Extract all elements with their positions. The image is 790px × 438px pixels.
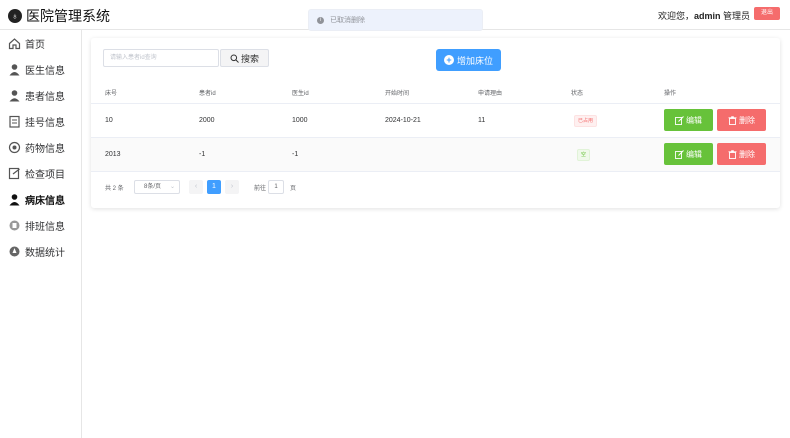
cell-reason: 11 <box>478 117 486 124</box>
delete-button[interactable]: 删除 <box>717 143 766 165</box>
schedule-icon <box>8 219 21 232</box>
user-role: 管理员 <box>720 11 750 21</box>
welcome-text: 欢迎您， <box>657 11 694 21</box>
pagination: 共 2 条 8条/页 ⌄ ‹ 1 › 前往 1 页 <box>91 180 780 194</box>
search-input[interactable]: 请输入患者id查询 <box>103 49 219 67</box>
cell-bed-no: 2013 <box>105 151 121 158</box>
logout-button[interactable]: 退出 <box>754 7 780 20</box>
hospital-logo-icon: ♁ <box>8 9 22 23</box>
sidebar-item-statistics[interactable]: 数据统计 <box>8 243 65 259</box>
trash-icon <box>728 149 737 159</box>
status-badge: 空 <box>577 149 591 161</box>
delete-button[interactable]: 删除 <box>717 109 766 131</box>
sidebar-item-label: 挂号信息 <box>25 117 65 129</box>
sidebar-item-patients[interactable]: 患者信息 <box>8 87 65 103</box>
doctor-icon <box>8 63 21 76</box>
table-header: 床号 患者id 医生id 开始时间 申请理由 状态 操作 <box>91 82 780 104</box>
bed-icon <box>8 193 21 206</box>
header-bed-no: 床号 <box>105 91 118 97</box>
header-start-time: 开始时间 <box>385 91 410 97</box>
checkup-icon <box>8 167 21 180</box>
cell-patient-id: 2000 <box>199 117 215 124</box>
cell-doctor-id: 1000 <box>292 117 308 124</box>
goto-label: 前往 <box>254 186 267 192</box>
table-row: 10 2000 1000 2024-10-21 11 已占用 编辑 删除 <box>91 104 780 138</box>
edit-button[interactable]: 编辑 <box>664 109 713 131</box>
sidebar-item-label: 医生信息 <box>25 65 65 77</box>
sidebar-item-label: 排班信息 <box>25 221 65 233</box>
info-toast: i 已取消删除 <box>308 9 483 31</box>
medicine-icon <box>8 141 21 154</box>
header-actions: 操作 <box>664 91 677 97</box>
cell-doctor-id: -1 <box>292 151 299 158</box>
edit-label: 编辑 <box>686 115 702 125</box>
trash-icon <box>728 115 737 125</box>
sidebar-item-label: 药物信息 <box>25 143 65 155</box>
edit-icon <box>675 149 684 159</box>
welcome-message: 欢迎您，admin 管理员 <box>658 9 750 22</box>
sidebar-item-schedule[interactable]: 排班信息 <box>8 217 65 233</box>
search-button[interactable]: 搜索 <box>220 49 269 67</box>
cell-bed-no: 10 <box>105 117 113 124</box>
sidebar-item-beds[interactable]: 病床信息 <box>8 191 65 207</box>
registration-icon <box>8 115 21 128</box>
table-row: 2013 -1 -1 空 编辑 删除 <box>91 138 780 172</box>
prev-page-button[interactable]: ‹ <box>189 180 203 194</box>
sidebar-item-doctors[interactable]: 医生信息 <box>8 61 65 77</box>
page-suffix-label: 页 <box>290 186 297 192</box>
page-size-select[interactable]: 8条/页 ⌄ <box>134 180 180 194</box>
pagination-total: 共 2 条 <box>105 186 124 192</box>
delete-label: 删除 <box>739 115 755 125</box>
info-icon: i <box>317 16 324 24</box>
patient-icon <box>8 89 21 102</box>
statistics-icon <box>8 245 21 258</box>
bed-table: 床号 患者id 医生id 开始时间 申请理由 状态 操作 10 2000 100… <box>91 82 780 172</box>
search-button-label: 搜索 <box>240 53 259 64</box>
sidebar: 首页 医生信息 患者信息 挂号信息 药物信息 检查项目 病床信息 排班信息 数据… <box>0 30 82 438</box>
header-patient-id: 患者id <box>199 91 216 97</box>
sidebar-item-label: 数据统计 <box>25 247 65 259</box>
bed-management-card: 请输入患者id查询 搜索 + 增加床位 床号 患者id 医生id 开始时间 申请… <box>91 38 780 208</box>
edit-icon <box>675 115 684 125</box>
app-logo: ♁ 医院管理系统 <box>8 6 110 26</box>
sidebar-item-checkup[interactable]: 检查项目 <box>8 165 65 181</box>
sidebar-item-label: 患者信息 <box>25 91 65 103</box>
header-doctor-id: 医生id <box>292 91 309 97</box>
cell-patient-id: -1 <box>199 151 206 158</box>
add-bed-label: 增加床位 <box>456 55 493 66</box>
goto-page-input[interactable]: 1 <box>268 180 284 194</box>
sidebar-item-label: 首页 <box>25 39 45 51</box>
username: admin <box>693 11 721 21</box>
edit-button[interactable]: 编辑 <box>664 143 713 165</box>
search-icon <box>230 54 239 63</box>
delete-label: 删除 <box>739 149 755 159</box>
home-icon <box>8 37 21 50</box>
plus-icon: + <box>443 55 454 65</box>
header-status: 状态 <box>571 91 584 97</box>
next-page-button[interactable]: › <box>225 180 239 194</box>
cell-start-time: 2024-10-21 <box>385 117 421 124</box>
sidebar-item-label: 检查项目 <box>25 169 65 181</box>
app-title: 医院管理系统 <box>26 8 110 24</box>
page-size-value: 8条/页 <box>144 184 162 190</box>
page-number-current[interactable]: 1 <box>207 180 221 194</box>
add-bed-button[interactable]: + 增加床位 <box>436 49 501 71</box>
sidebar-item-medicine[interactable]: 药物信息 <box>8 139 65 155</box>
chevron-down-icon: ⌄ <box>169 184 175 190</box>
edit-label: 编辑 <box>686 149 702 159</box>
sidebar-item-label: 病床信息 <box>25 195 65 207</box>
sidebar-item-registration[interactable]: 挂号信息 <box>8 113 65 129</box>
toast-message: 已取消删除 <box>330 17 365 24</box>
sidebar-item-home[interactable]: 首页 <box>8 35 45 51</box>
header-reason: 申请理由 <box>478 91 503 97</box>
status-badge: 已占用 <box>574 115 598 127</box>
